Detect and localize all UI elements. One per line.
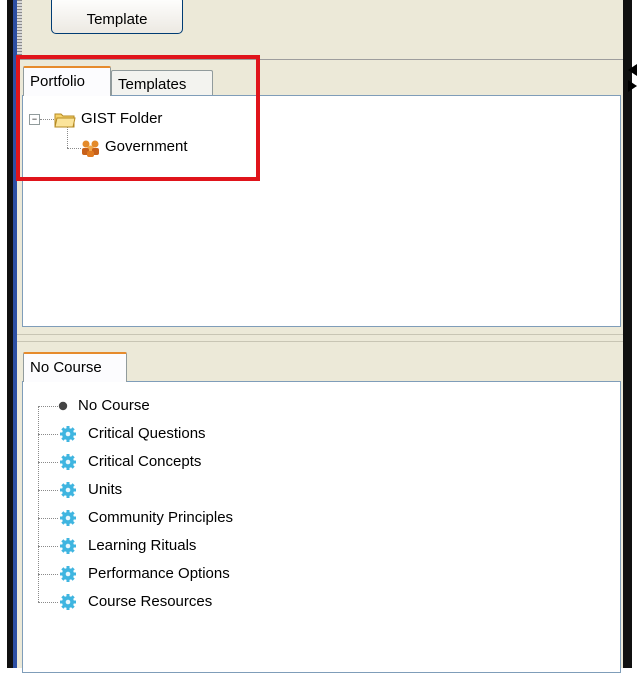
panel-splitter[interactable]: [17, 334, 623, 342]
tree-item-label: Critical Concepts: [88, 453, 202, 470]
tree-connector: [38, 406, 39, 602]
tree-item-community-principles[interactable]: Community Principles: [88, 508, 233, 528]
tree-item-label: Community Principles: [88, 509, 234, 526]
tree-connector: [38, 574, 58, 575]
tree-connector: [38, 462, 58, 463]
window-right-border: [623, 0, 632, 668]
gear-icon: [60, 538, 76, 554]
gear-icon: [60, 566, 76, 582]
gear-icon: [60, 454, 76, 470]
tree-connector: [38, 406, 58, 407]
gear-icon: [60, 510, 76, 526]
tree-connector: [38, 434, 58, 435]
tree-connector: [38, 602, 58, 603]
tree-item-critical-questions[interactable]: Critical Questions: [88, 424, 206, 444]
tree-connector: [38, 490, 58, 491]
tree-item-learning-rituals[interactable]: Learning Rituals: [88, 536, 196, 556]
bullet-icon: [58, 401, 68, 411]
tree-item-label: Course Resources: [88, 593, 213, 610]
gear-icon: [60, 426, 76, 442]
tree-item-label: Performance Options: [88, 565, 230, 582]
tree-item-label: Units: [88, 481, 123, 498]
tree-item-no-course[interactable]: No Course: [78, 396, 150, 416]
tree-connector: [38, 518, 58, 519]
tree-item-label: No Course: [78, 397, 150, 414]
expand-arrow-icon[interactable]: [628, 80, 637, 92]
tree-item-performance-options[interactable]: Performance Options: [88, 564, 230, 584]
tree-item-course-resources[interactable]: Course Resources: [88, 592, 212, 612]
course-tree-panel: No Course Critical Questions Critical Co…: [22, 381, 621, 673]
tree-item-units[interactable]: Units: [88, 480, 122, 500]
toolbar-gripper[interactable]: [17, 0, 22, 58]
tree-item-label: Critical Questions: [88, 425, 206, 442]
template-button[interactable]: Template: [51, 0, 183, 34]
gear-icon: [60, 594, 76, 610]
tree-connector: [38, 546, 58, 547]
collapse-arrow-icon[interactable]: [628, 64, 637, 76]
gear-icon: [60, 482, 76, 498]
tree-item-critical-concepts[interactable]: Critical Concepts: [88, 452, 201, 472]
tree-item-label: Learning Rituals: [88, 537, 197, 554]
tab-portfolio[interactable]: Portfolio: [23, 66, 111, 96]
tab-no-course[interactable]: No Course: [23, 352, 127, 382]
